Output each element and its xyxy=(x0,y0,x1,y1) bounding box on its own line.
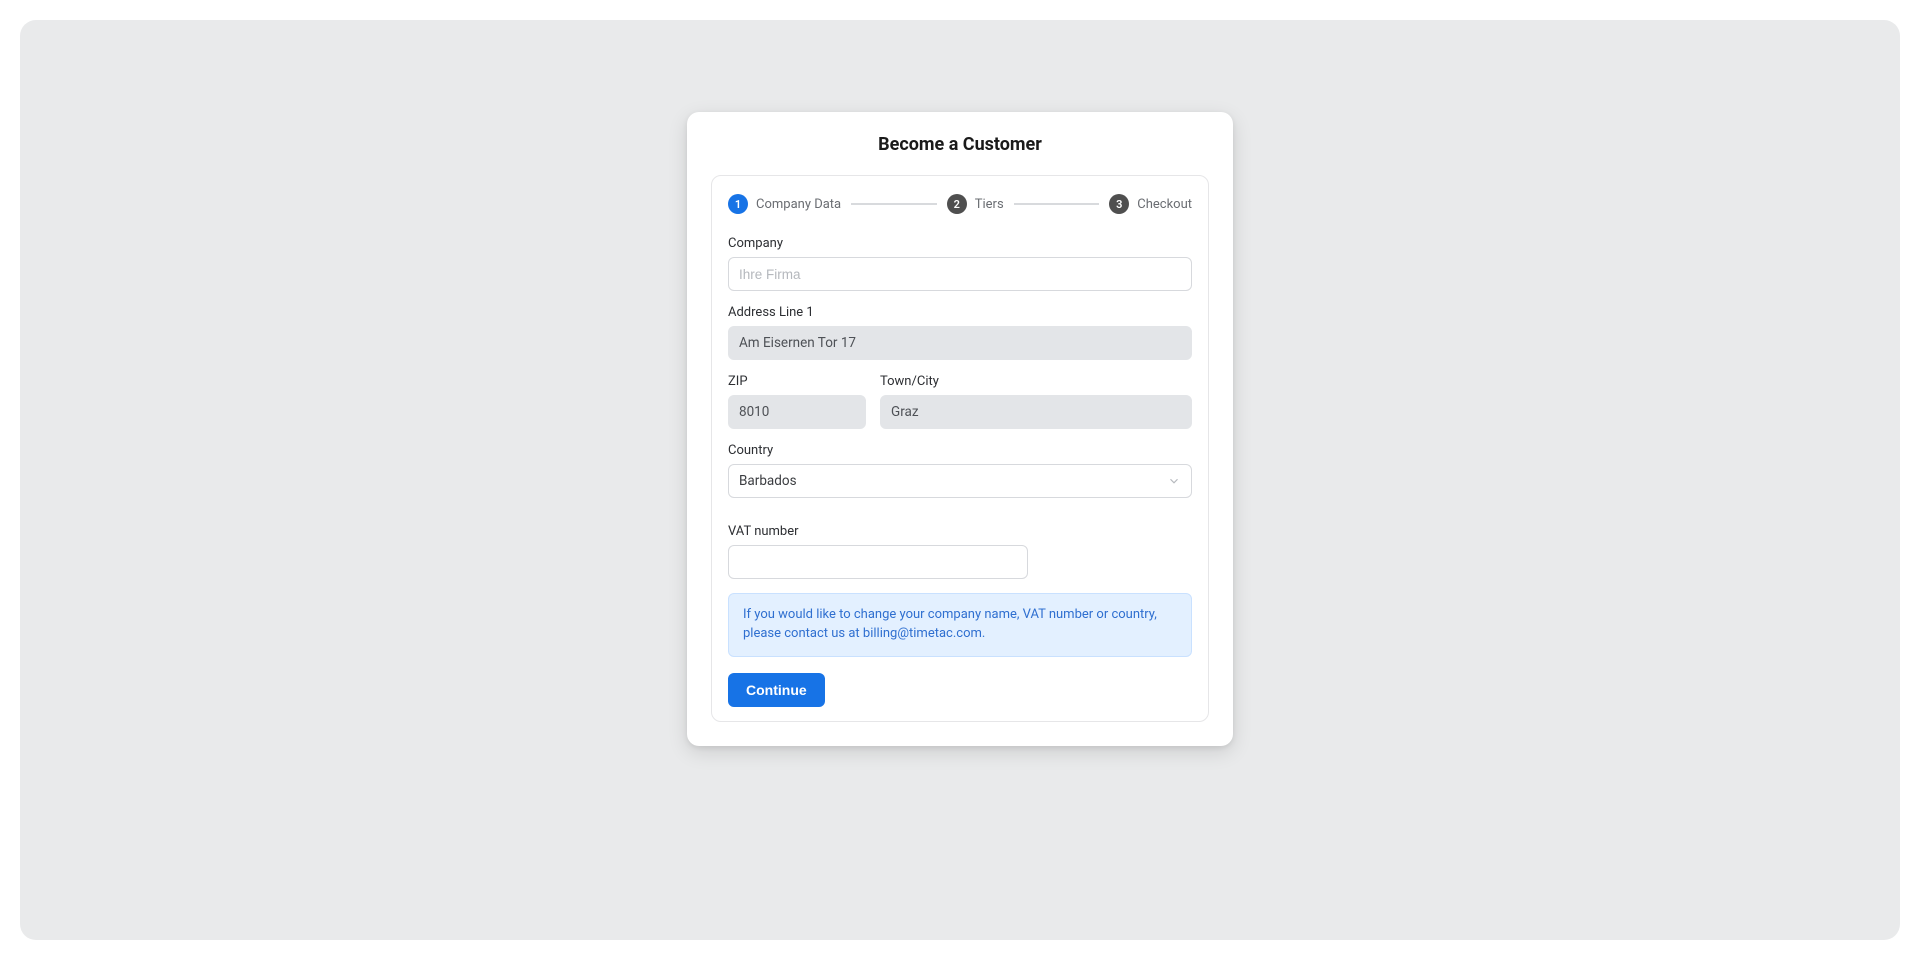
step-number: 1 xyxy=(728,194,748,214)
address-field: Address Line 1 Am Eisernen Tor 17 xyxy=(728,305,1192,360)
city-readonly: Graz xyxy=(880,395,1192,429)
address-readonly: Am Eisernen Tor 17 xyxy=(728,326,1192,360)
country-value: Barbados xyxy=(739,473,797,489)
zip-label: ZIP xyxy=(728,374,866,389)
stepper: 1 Company Data 2 Tiers 3 Checkout xyxy=(728,194,1192,214)
info-alert: If you would like to change your company… xyxy=(728,593,1192,657)
continue-button[interactable]: Continue xyxy=(728,673,825,707)
step-divider xyxy=(1014,203,1100,205)
vat-input[interactable] xyxy=(728,545,1028,579)
step-label: Checkout xyxy=(1137,197,1192,212)
customer-form-card: Become a Customer 1 Company Data 2 Tiers… xyxy=(687,112,1233,746)
step-tiers[interactable]: 2 Tiers xyxy=(947,194,1004,214)
vat-label: VAT number xyxy=(728,524,1192,539)
step-checkout[interactable]: 3 Checkout xyxy=(1109,194,1192,214)
vat-field: VAT number xyxy=(728,524,1192,579)
form-panel: 1 Company Data 2 Tiers 3 Checkout Compan… xyxy=(711,175,1209,722)
country-label: Country xyxy=(728,443,1192,458)
step-label: Tiers xyxy=(975,197,1004,212)
page-title: Become a Customer xyxy=(711,134,1209,155)
chevron-down-icon xyxy=(1167,474,1181,488)
page-background: Become a Customer 1 Company Data 2 Tiers… xyxy=(20,20,1900,940)
city-field: Town/City Graz xyxy=(880,374,1192,429)
step-number: 3 xyxy=(1109,194,1129,214)
zip-field: ZIP 8010 xyxy=(728,374,866,429)
address-label: Address Line 1 xyxy=(728,305,1192,320)
country-field: Country Barbados xyxy=(728,443,1192,498)
company-field: Company xyxy=(728,236,1192,291)
step-label: Company Data xyxy=(756,197,841,212)
zip-readonly: 8010 xyxy=(728,395,866,429)
step-company-data[interactable]: 1 Company Data xyxy=(728,194,841,214)
step-divider xyxy=(851,203,937,205)
country-select[interactable]: Barbados xyxy=(728,464,1192,498)
company-label: Company xyxy=(728,236,1192,251)
city-label: Town/City xyxy=(880,374,1192,389)
company-input[interactable] xyxy=(728,257,1192,291)
step-number: 2 xyxy=(947,194,967,214)
